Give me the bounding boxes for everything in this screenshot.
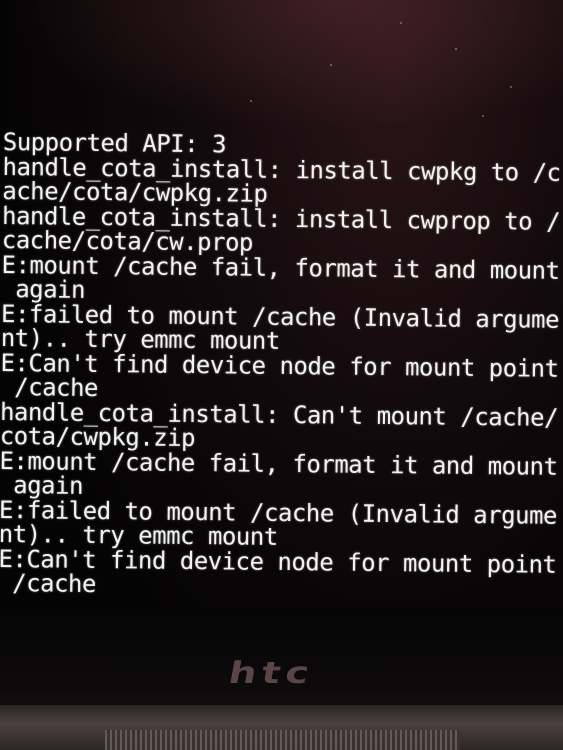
htc-logo: htc: [225, 656, 318, 691]
recovery-log: Supported API: 3 handle_cota_install: in…: [0, 128, 561, 601]
dust-speck: [250, 100, 252, 102]
dust-speck: [482, 115, 484, 117]
screen-glare: [0, 0, 563, 130]
phone-photo: Supported API: 3 handle_cota_install: in…: [0, 0, 563, 750]
dust-speck: [330, 64, 332, 66]
recovery-screen: Supported API: 3 handle_cota_install: in…: [0, 128, 563, 640]
dust-speck: [510, 86, 512, 88]
dust-speck: [455, 48, 457, 50]
dust-speck: [400, 22, 402, 24]
speaker-grille: [105, 730, 460, 750]
